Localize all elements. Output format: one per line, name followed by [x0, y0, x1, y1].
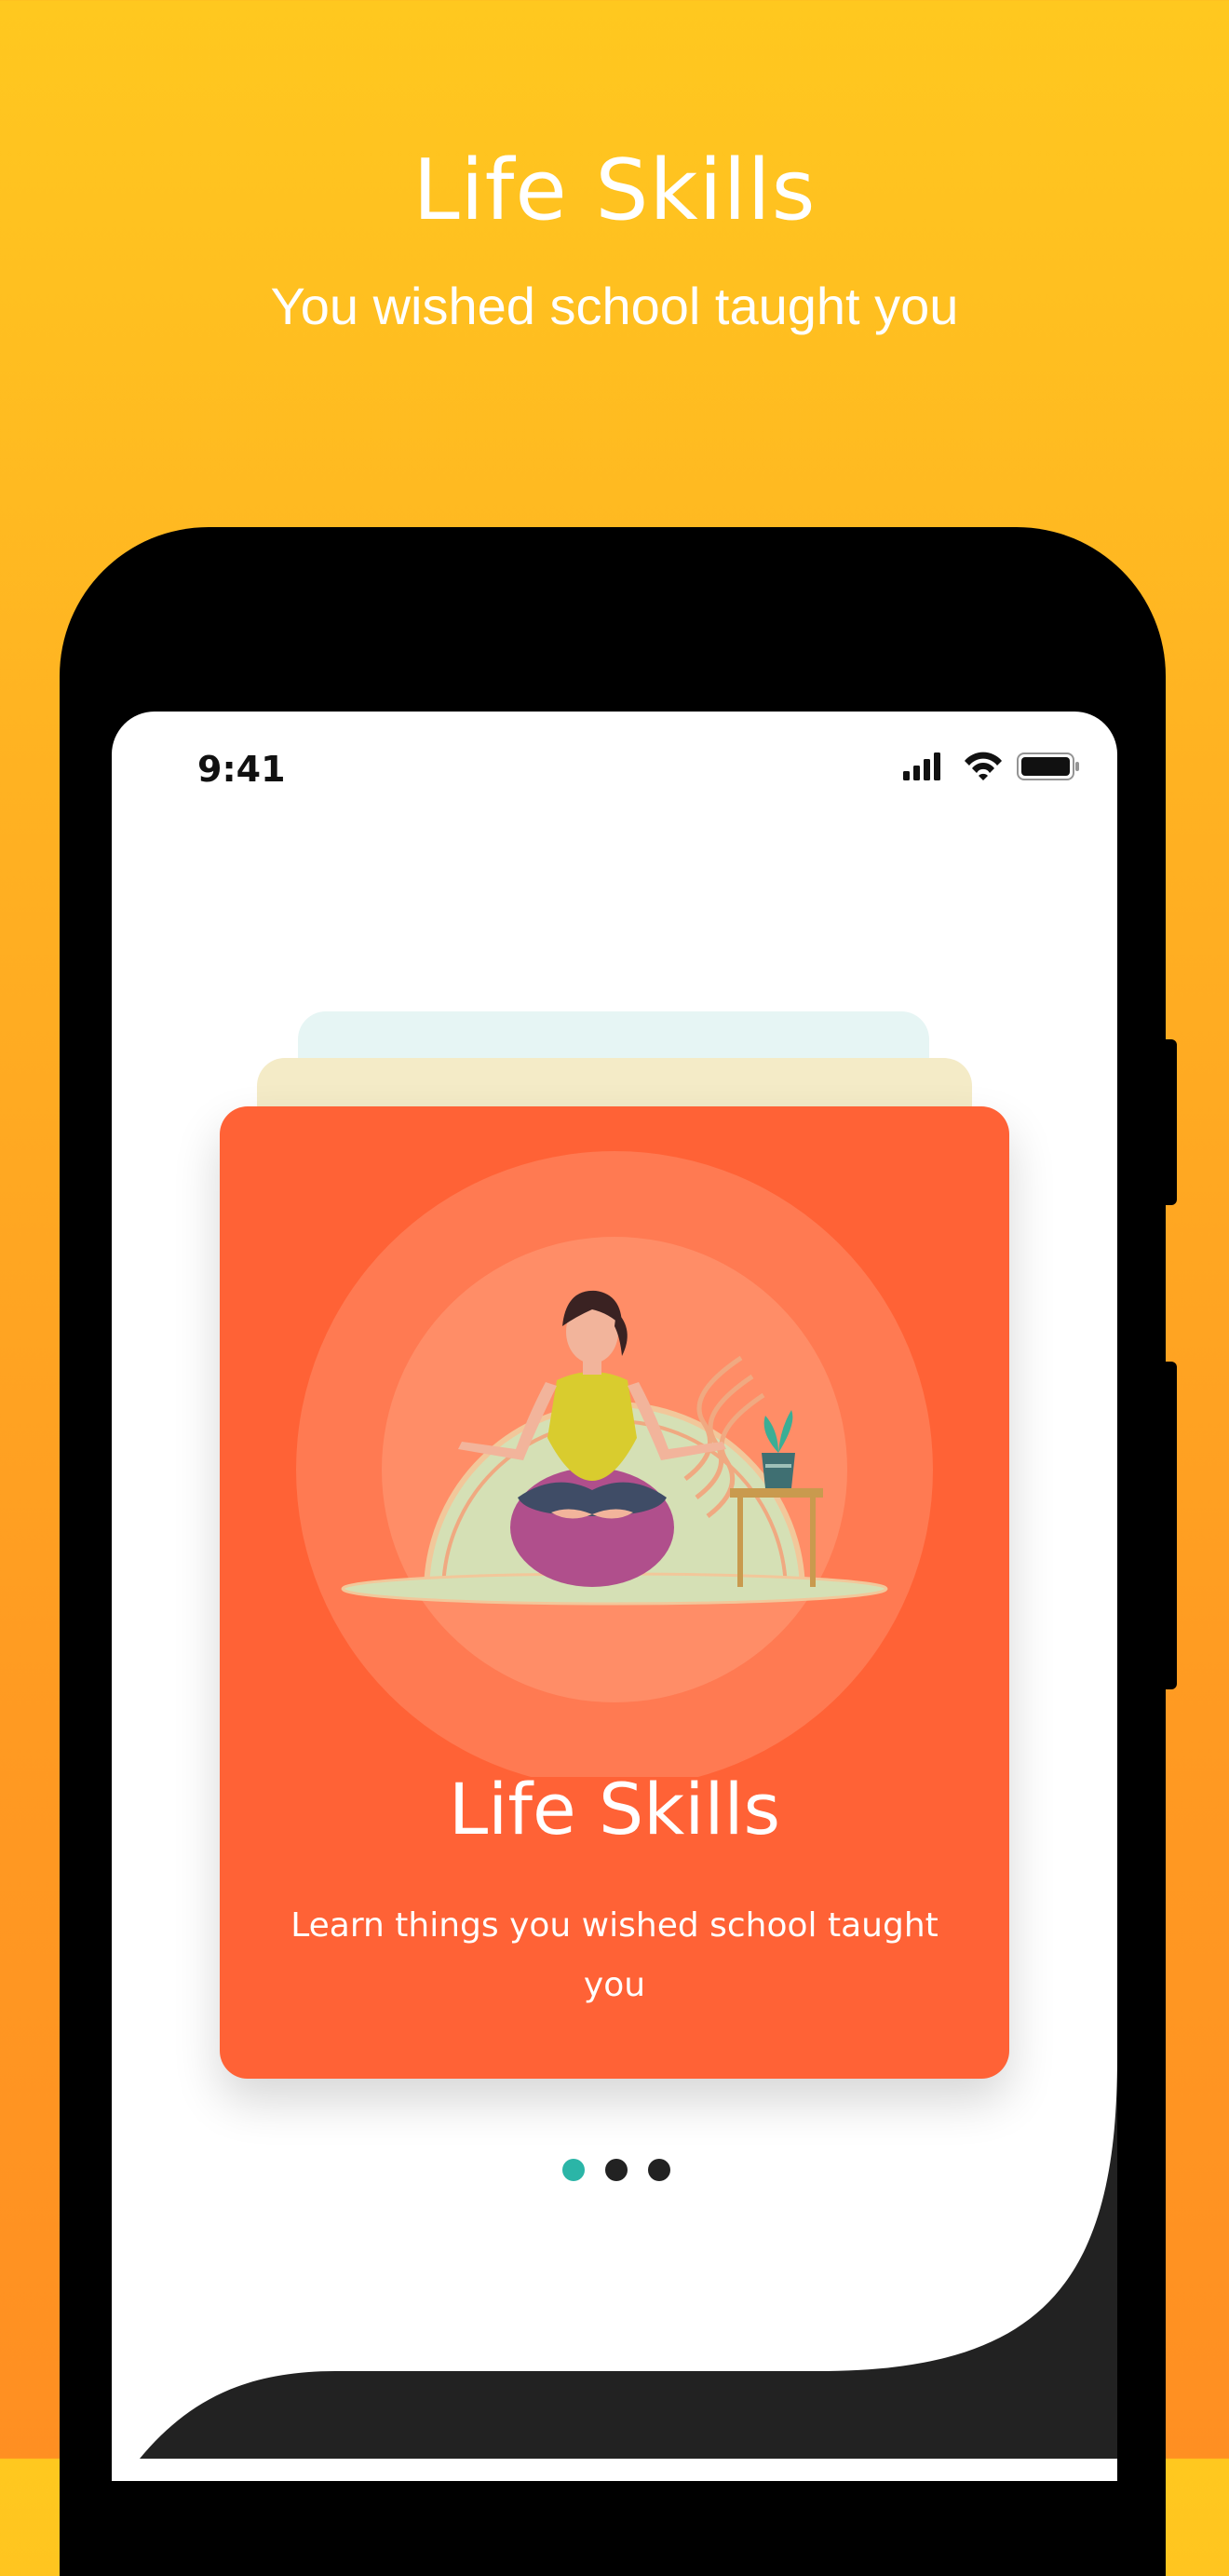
- card-description: Learn things you wished school taught yo…: [290, 1906, 939, 2004]
- battery-icon: [1017, 752, 1079, 780]
- pagination-dots: [562, 2159, 674, 2181]
- promo-title: Life Skills: [412, 142, 817, 239]
- phone-screen: 9:41 Life Skills Learn things you wished…: [112, 712, 1117, 2481]
- pagination-dot-active[interactable]: [562, 2159, 585, 2181]
- onboarding-card[interactable]: Life Skills Learn things you wished scho…: [220, 1106, 1009, 2079]
- phone-side-button: [1164, 1039, 1177, 1205]
- status-time: 9:41: [197, 749, 286, 790]
- meditation-illustration: [296, 1151, 933, 1777]
- status-icons: [903, 749, 1080, 786]
- phone-side-button: [1164, 1362, 1177, 1689]
- promo-subtitle: You wished school taught you: [270, 277, 959, 335]
- wifi-icon: [965, 752, 1002, 780]
- card-title: Life Skills: [448, 1768, 781, 1851]
- pagination-dot[interactable]: [605, 2159, 628, 2181]
- cellular-signal-icon: [903, 752, 940, 780]
- pagination-dot[interactable]: [648, 2159, 670, 2181]
